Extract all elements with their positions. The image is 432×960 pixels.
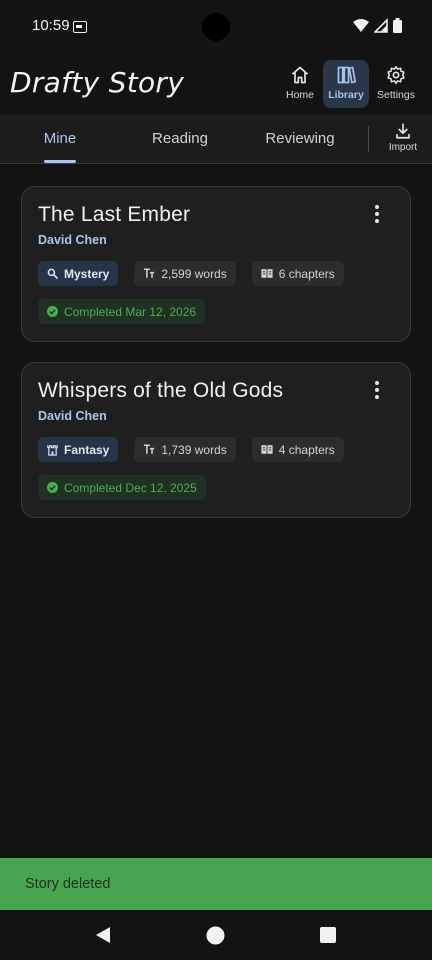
text-size-icon (144, 268, 155, 278)
book-icon (261, 445, 273, 454)
chapter-count: 4 chapters (278, 442, 335, 457)
genre-label: Mystery (64, 266, 110, 281)
word-count-chip: 1,739 words (134, 437, 236, 462)
nav-library-label: Library (328, 89, 364, 101)
genre-chip: Mystery (38, 261, 119, 286)
app-bar: Drafty Story Home Library Settings (0, 54, 432, 114)
signal-icon (374, 18, 388, 33)
story-title: The Last Ember (38, 203, 191, 226)
genre-chip: Fantasy (38, 437, 119, 462)
word-count: 1,739 words (161, 442, 227, 457)
snackbar-message: Story deleted (25, 876, 111, 892)
import-button[interactable]: Import (378, 122, 428, 162)
camera-cutout (202, 13, 230, 41)
status-badge: Completed Dec 12, 2025 (38, 475, 206, 500)
status-bar: 10:59 (0, 0, 432, 54)
status-text: Completed Dec 12, 2025 (64, 480, 197, 495)
check-circle-icon (47, 306, 58, 317)
chapter-count-chip: 4 chapters (251, 437, 344, 462)
home-icon (291, 66, 309, 84)
check-circle-icon (47, 482, 58, 493)
system-navigation-bar (0, 910, 432, 960)
genre-label: Fantasy (64, 442, 110, 457)
snackbar: Story deleted (0, 858, 432, 910)
recents-icon[interactable] (320, 927, 336, 943)
word-count: 2,599 words (161, 266, 227, 281)
status-icons (353, 18, 402, 33)
castle-icon (47, 444, 58, 456)
download-icon (396, 123, 410, 139)
more-options-icon[interactable] (370, 205, 384, 223)
text-size-icon (144, 444, 155, 454)
story-chips: Fantasy 1,739 words 4 chapters (38, 437, 344, 462)
tab-reviewing[interactable]: Reviewing (240, 114, 360, 162)
story-title: Whispers of the Old Gods (38, 379, 284, 402)
nav-library-button[interactable]: Library (323, 60, 369, 108)
chapter-count: 6 chapters (278, 266, 335, 281)
home-circle-icon[interactable] (206, 926, 225, 945)
story-author: David Chen (38, 233, 107, 247)
tab-reading[interactable]: Reading (120, 114, 240, 162)
magnifier-icon (47, 268, 58, 279)
import-label: Import (388, 142, 418, 153)
battery-icon (393, 18, 402, 33)
nav-settings-button[interactable]: Settings (373, 60, 419, 108)
library-icon (337, 66, 356, 84)
app-title: Drafty Story (10, 66, 185, 99)
chapter-count-chip: 6 chapters (251, 261, 344, 286)
more-options-icon[interactable] (370, 381, 384, 399)
book-icon (261, 269, 273, 278)
nav-home-button[interactable]: Home (277, 60, 323, 108)
tab-mine[interactable]: Mine (0, 114, 120, 162)
status-time: 10:59 (32, 17, 70, 34)
wifi-icon (353, 18, 369, 32)
tab-indicator (44, 160, 76, 163)
back-icon[interactable] (94, 926, 112, 944)
story-chips: Mystery 2,599 words 6 chapters (38, 261, 344, 286)
story-card[interactable]: The Last Ember David Chen Mystery 2,599 … (21, 186, 411, 342)
story-author: David Chen (38, 409, 107, 423)
calendar-icon (73, 21, 87, 33)
library-tabs: Mine Reading Reviewing Import (0, 114, 432, 164)
status-text: Completed Mar 12, 2026 (64, 304, 197, 319)
nav-settings-label: Settings (377, 89, 415, 101)
word-count-chip: 2,599 words (134, 261, 236, 286)
story-card[interactable]: Whispers of the Old Gods David Chen Fant… (21, 362, 411, 518)
nav-home-label: Home (285, 89, 314, 101)
gear-icon (387, 65, 405, 85)
status-badge: Completed Mar 12, 2026 (38, 299, 206, 324)
tabs-divider (368, 126, 369, 152)
